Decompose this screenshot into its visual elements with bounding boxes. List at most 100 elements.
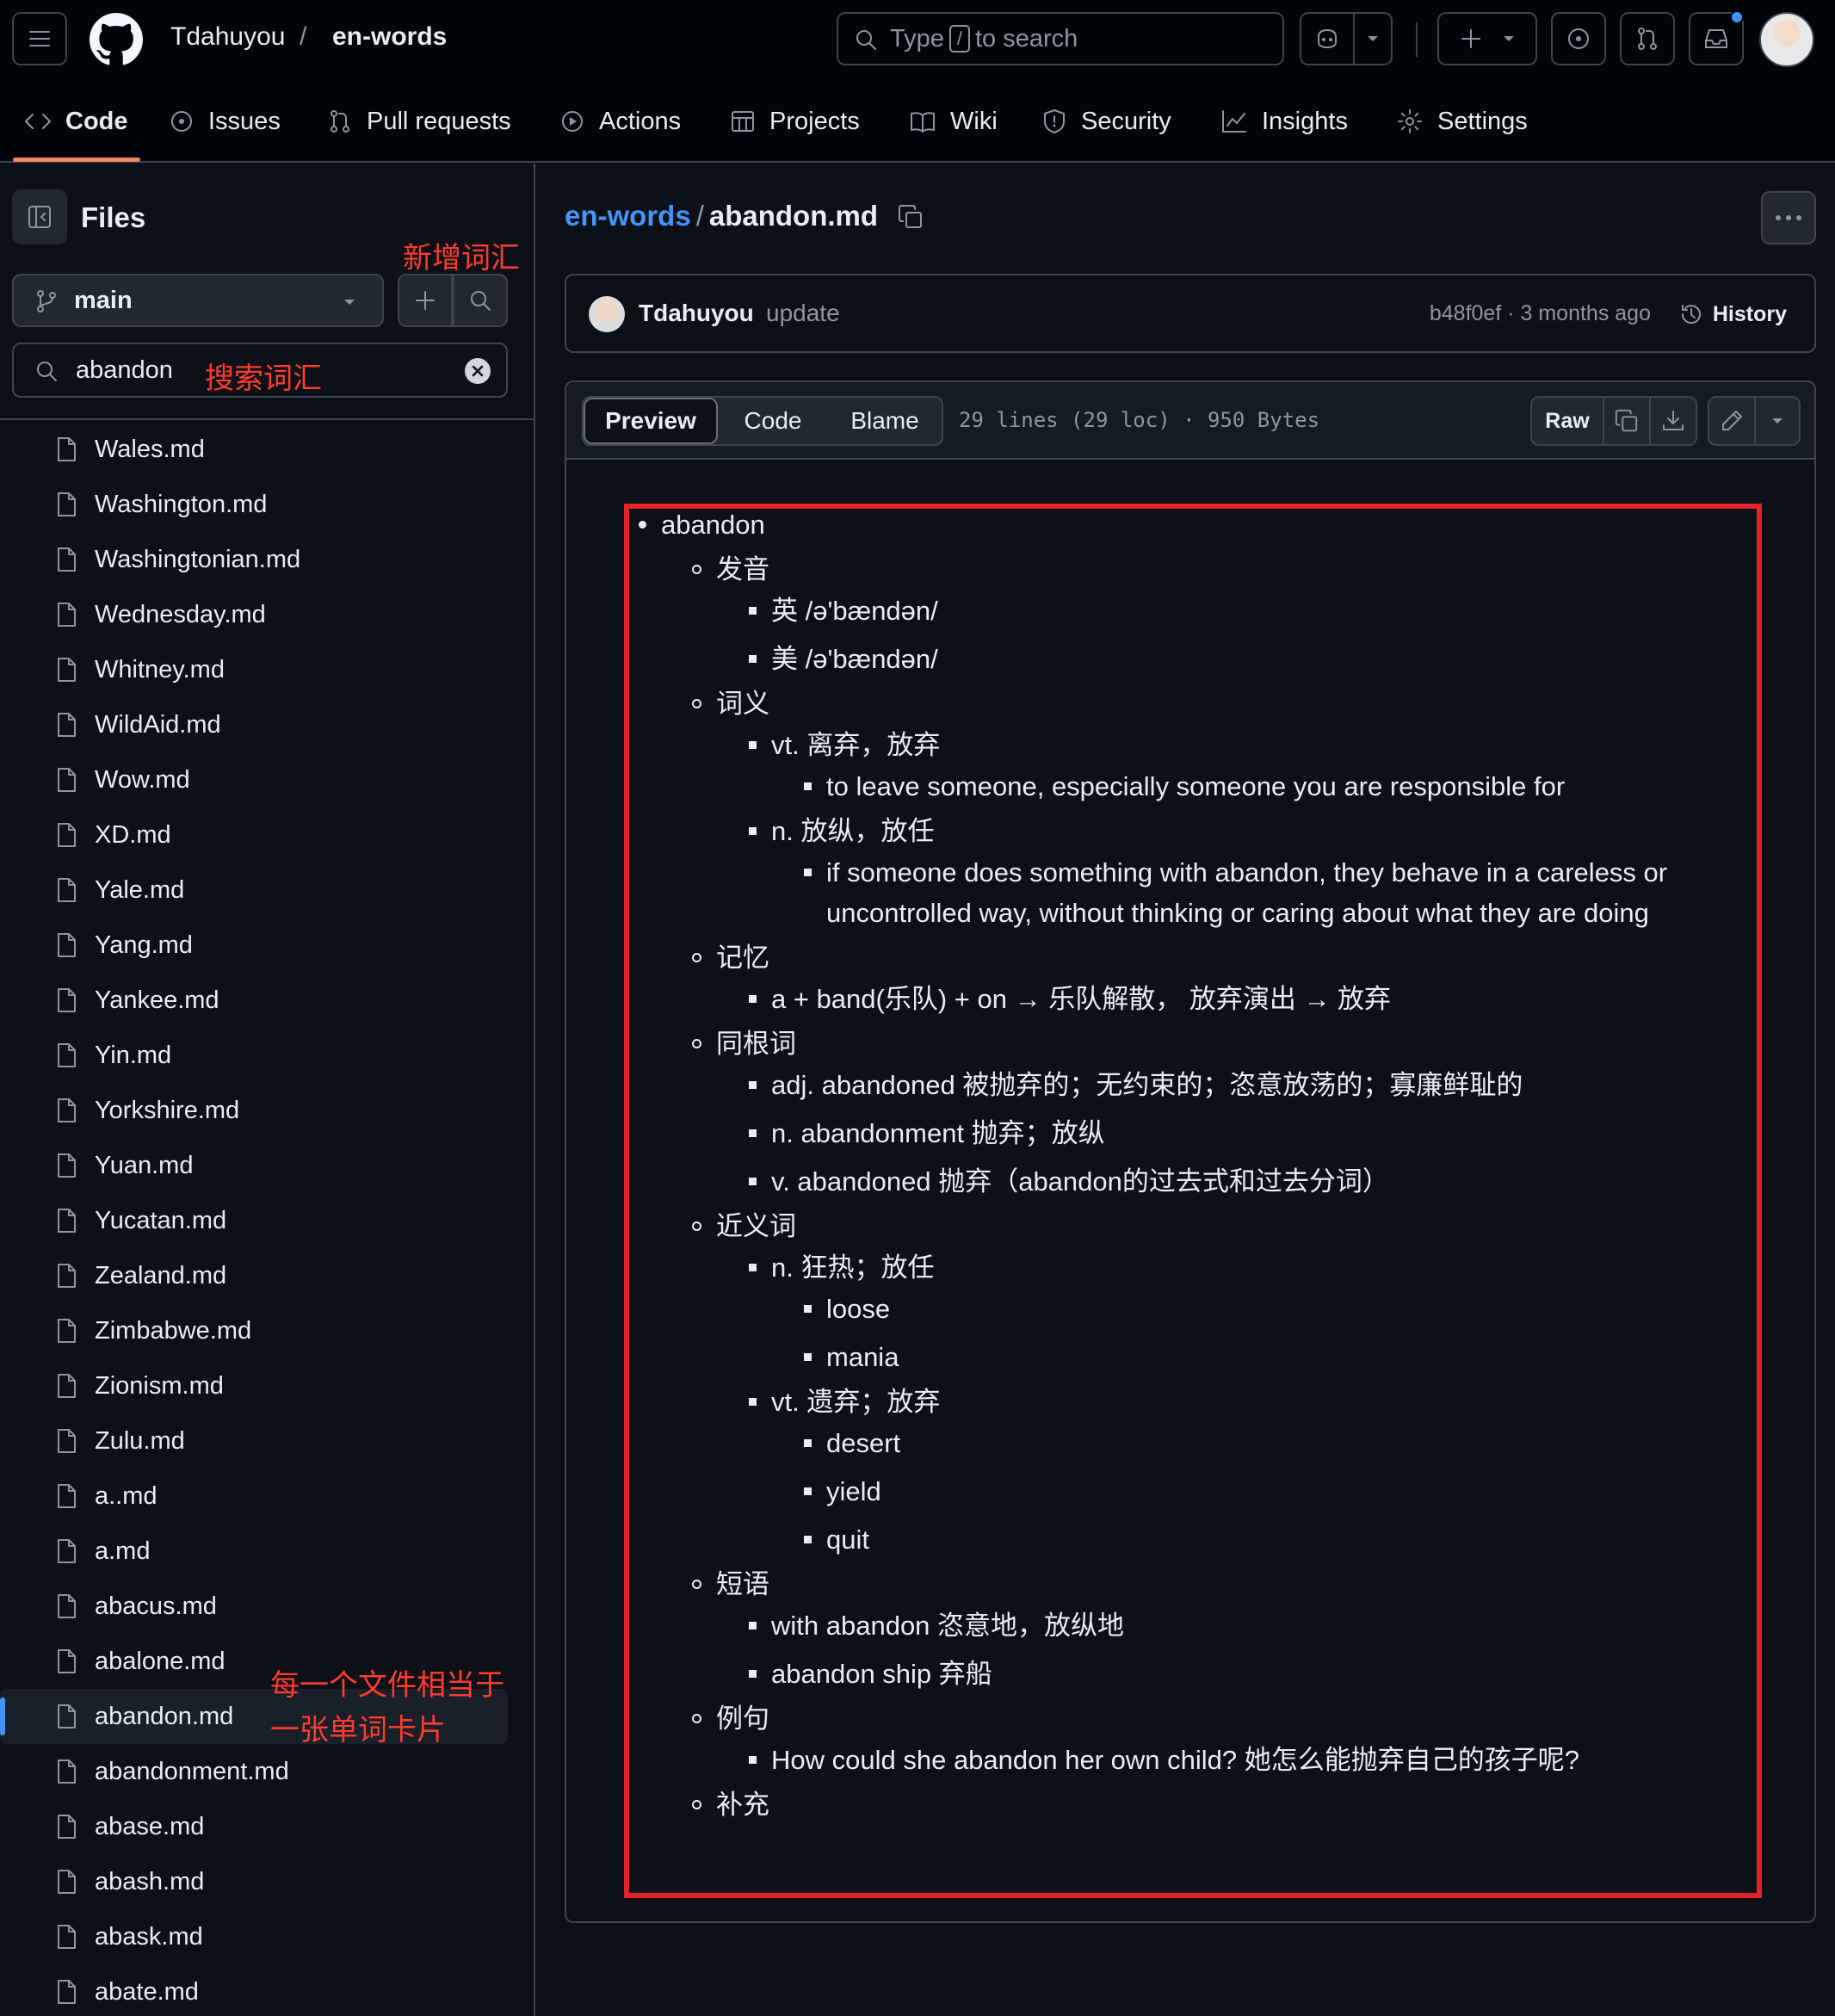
file-tree-item[interactable]: abate.md	[0, 1964, 534, 2016]
file-tree-item[interactable]: Wales.md	[0, 422, 534, 477]
tab-blame[interactable]: Blame	[828, 398, 942, 444]
tab-code[interactable]: Code	[24, 81, 128, 162]
tab-issues[interactable]: Issues	[169, 81, 281, 162]
file-tree-item[interactable]: Zionism.md	[0, 1358, 534, 1413]
inbox-icon	[1705, 29, 1727, 48]
commit-meta[interactable]: b48f0ef · 3 months ago	[1430, 301, 1651, 326]
file-icon	[58, 988, 76, 1012]
raw-button[interactable]: Raw	[1530, 396, 1604, 446]
download-icon	[1663, 411, 1684, 430]
file-name: Wales.md	[95, 435, 205, 463]
tab-code-view[interactable]: Code	[721, 398, 825, 444]
shield-icon	[1044, 109, 1065, 133]
history-button[interactable]: History	[1678, 301, 1787, 327]
copilot-dropdown-button[interactable]	[1353, 12, 1393, 65]
file-tree-item[interactable]: Wednesday.md	[0, 587, 534, 642]
file-tree-item[interactable]: Yorkshire.md	[0, 1083, 534, 1138]
owner-link[interactable]: Tdahuyou	[170, 22, 285, 52]
tab-settings-label: Settings	[1437, 107, 1528, 135]
search-shortcut-key: /	[948, 25, 970, 53]
create-new-button[interactable]	[1437, 12, 1537, 65]
pull-requests-button[interactable]	[1620, 12, 1675, 65]
tab-actions[interactable]: Actions	[559, 81, 681, 162]
file-icon	[58, 1209, 76, 1233]
tab-settings[interactable]: Settings	[1396, 81, 1528, 162]
edit-dropdown-button[interactable]	[1754, 396, 1801, 446]
breadcrumb-repo-link[interactable]: en-words	[565, 200, 691, 232]
file-tree-item[interactable]: Zealand.md	[0, 1248, 534, 1303]
add-file-button[interactable]	[398, 274, 453, 327]
menu-button[interactable]	[12, 12, 67, 65]
plus-icon	[1461, 29, 1480, 48]
github-logo-icon[interactable]	[90, 13, 143, 66]
search-files-button[interactable]	[453, 274, 508, 327]
file-tree-item[interactable]: abask.md	[0, 1909, 534, 1964]
tab-projects[interactable]: Projects	[730, 81, 860, 162]
file-tree-item[interactable]: Wow.md	[0, 752, 534, 807]
file-tree-item[interactable]: WildAid.md	[0, 697, 534, 752]
tab-insights-label: Insights	[1262, 107, 1348, 135]
copilot-button[interactable]	[1300, 12, 1355, 65]
file-icon	[58, 1264, 76, 1288]
commit-message[interactable]: update	[766, 300, 840, 327]
tab-pull-requests[interactable]: Pull requests	[327, 81, 511, 162]
file-tree-item[interactable]: Yang.md	[0, 918, 534, 973]
copy-raw-button[interactable]	[1603, 396, 1651, 446]
file-tree-item[interactable]: abacus.md	[0, 1579, 534, 1634]
tab-wiki[interactable]: Wiki	[909, 81, 998, 162]
file-tree-item[interactable]: abase.md	[0, 1799, 534, 1854]
annotation-search-word: 搜索词汇	[205, 362, 322, 396]
file-tree-item[interactable]: Yankee.md	[0, 973, 534, 1028]
file-icon	[58, 1429, 76, 1453]
tab-issues-label: Issues	[208, 107, 281, 135]
edit-button[interactable]	[1708, 396, 1756, 446]
issue-icon	[1568, 28, 1589, 49]
file-tree-item[interactable]: a.md	[0, 1524, 534, 1579]
tab-insights[interactable]: Insights	[1220, 81, 1348, 162]
file-tree-item[interactable]: Yuan.md	[0, 1138, 534, 1193]
file-tree-item[interactable]: Zulu.md	[0, 1413, 534, 1469]
file-icon	[58, 823, 76, 847]
issues-button[interactable]	[1551, 12, 1606, 65]
file-tree-item[interactable]: Yucatan.md	[0, 1193, 534, 1248]
search-icon	[856, 30, 876, 50]
file-tree-item[interactable]: a..md	[0, 1469, 534, 1524]
file-tree-item[interactable]: XD.md	[0, 807, 534, 863]
file-name: Yankee.md	[95, 986, 219, 1014]
file-icon	[58, 1098, 76, 1122]
search-icon	[37, 362, 57, 381]
branch-selector[interactable]: main	[12, 274, 384, 327]
avatar[interactable]	[1759, 12, 1814, 67]
branch-name: main	[74, 286, 133, 314]
file-tree-item[interactable]: abash.md	[0, 1854, 534, 1909]
file-tree-item[interactable]: Washington.md	[0, 477, 534, 532]
file-icon	[58, 1704, 76, 1728]
commit-author[interactable]: Tdahuyou	[639, 300, 754, 327]
more-options-button[interactable]	[1761, 191, 1816, 244]
file-tree-item[interactable]: Whitney.md	[0, 642, 534, 697]
file-icon	[58, 1980, 76, 2004]
path-separator: /	[300, 22, 307, 51]
file-icon	[58, 1759, 76, 1784]
file-tree-item[interactable]: abandonment.md	[0, 1744, 534, 1799]
file-tree-item[interactable]: Yin.md	[0, 1028, 534, 1083]
repo-link[interactable]: en-words	[332, 22, 447, 52]
collapse-sidebar-button[interactable]	[12, 189, 67, 244]
file-tree-sidebar: Files main abandon Wales.md Washington.md…	[0, 164, 535, 2016]
file-name: abalone.md	[95, 1647, 226, 1675]
commit-author-avatar[interactable]	[589, 296, 625, 332]
file-icon	[58, 437, 76, 461]
file-icon	[58, 933, 76, 957]
file-name: Wednesday.md	[95, 600, 266, 628]
download-button[interactable]	[1649, 396, 1697, 446]
file-icon	[58, 1374, 76, 1398]
search-input[interactable]: Type / to search	[837, 12, 1284, 65]
clear-filter-button[interactable]	[465, 358, 491, 384]
file-tree-item[interactable]: Washingtonian.md	[0, 532, 534, 587]
tab-security[interactable]: Security	[1041, 81, 1171, 162]
tab-preview[interactable]: Preview	[584, 398, 718, 444]
file-name: Yin.md	[95, 1041, 172, 1069]
file-tree-item[interactable]: Yale.md	[0, 863, 534, 918]
file-tree-item[interactable]: Zimbabwe.md	[0, 1303, 534, 1358]
copy-path-button[interactable]	[897, 203, 924, 231]
